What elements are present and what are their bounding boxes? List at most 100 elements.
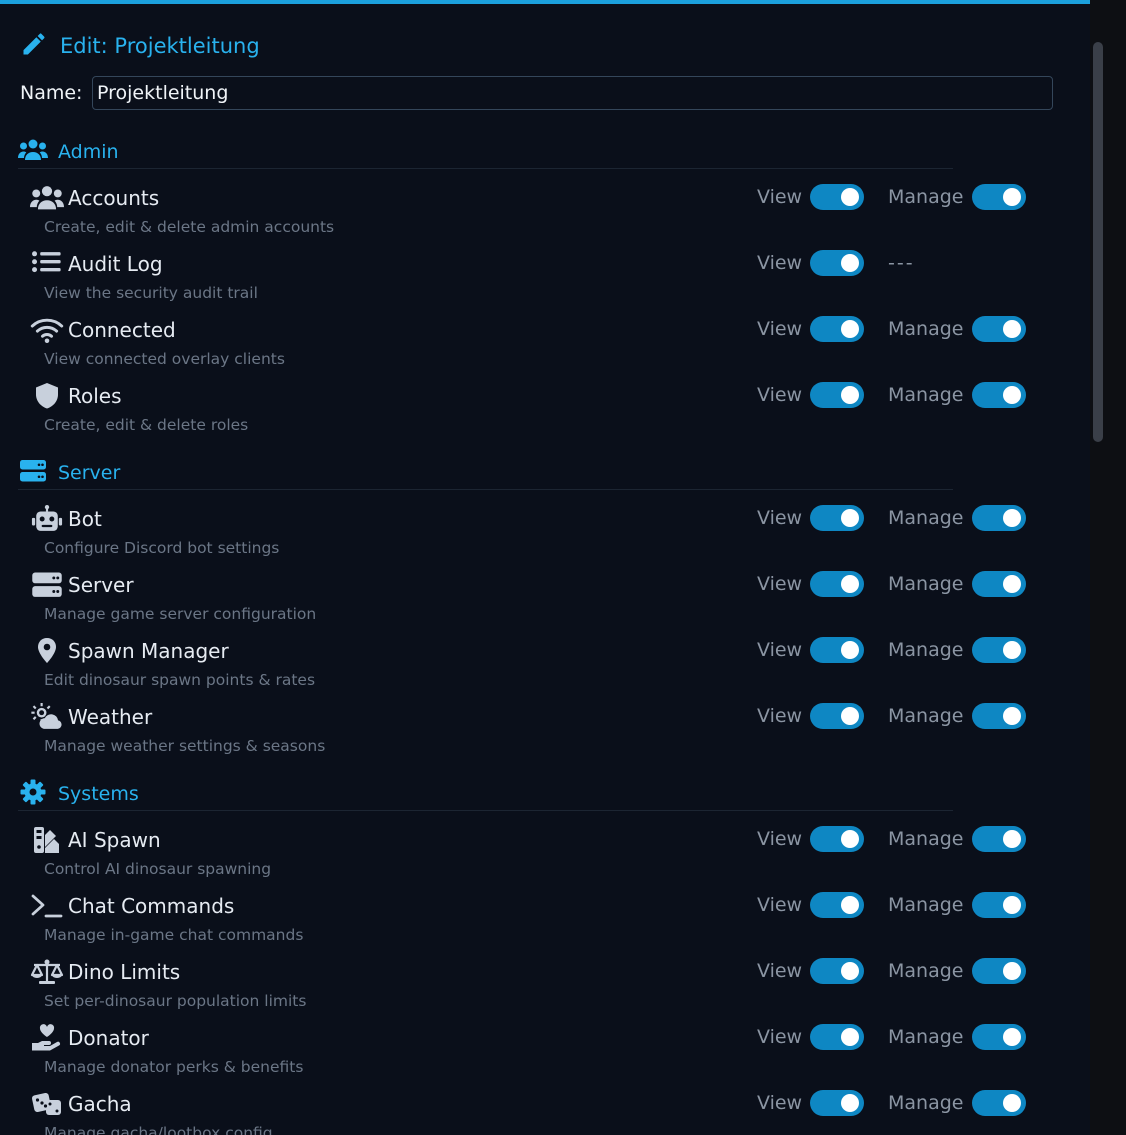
view-label: View [757,252,803,274]
edit-role-panel: Edit: Projektleitung Name: Admin Account… [0,0,1090,1135]
pencil-icon [20,30,60,62]
gear-icon [18,779,58,809]
panel-header: Edit: Projektleitung [20,28,260,64]
permission-title: Donator [68,1026,149,1050]
users-icon [18,137,58,167]
view-label: View [757,960,803,982]
view-toggle[interactable] [810,637,864,663]
view-toggle[interactable] [810,571,864,597]
manage-toggle[interactable] [972,637,1026,663]
permission-title: Audit Log [68,252,163,276]
permission-chat-commands: Chat Commands Manage in-game chat comman… [30,888,1040,954]
view-toggle[interactable] [810,184,864,210]
section-admin: Admin [18,135,953,169]
users-icon [30,183,68,213]
permission-spawn-manager: Spawn Manager Edit dinosaur spawn points… [30,633,1040,699]
permission-server: Server Manage game server configuration … [30,567,1040,633]
map-pin-icon [30,636,68,666]
view-toggle[interactable] [810,1090,864,1116]
hand-heart-icon [30,1023,68,1053]
terminal-icon [30,891,68,921]
permission-description: Manage donator perks & benefits [44,1058,304,1076]
permission-accounts: Accounts Create, edit & delete admin acc… [30,180,1040,246]
server-icon [30,570,68,600]
view-label: View [757,1092,803,1114]
dice-icon [30,1089,68,1119]
list-icon [30,249,68,279]
permission-title: Spawn Manager [68,639,229,663]
permission-description: Create, edit & delete admin accounts [44,218,335,236]
server-icon [18,458,58,488]
view-toggle[interactable] [810,1024,864,1050]
view-label: View [757,639,803,661]
view-label: View [757,573,803,595]
shield-icon [30,381,68,411]
manage-toggle[interactable] [972,703,1026,729]
permission-gacha: Gacha Manage gacha/lootbox config View M… [30,1086,1040,1135]
manage-label: Manage [888,1026,964,1048]
wifi-icon [30,315,68,345]
permission-ai-spawn: AI Spawn Control AI dinosaur spawning Vi… [30,822,1040,888]
permission-title: Server [68,573,134,597]
manage-label: Manage [888,384,964,406]
manage-toggle[interactable] [972,571,1026,597]
permission-roles: Roles Create, edit & delete roles View M… [30,378,1040,444]
view-toggle[interactable] [810,958,864,984]
view-label: View [757,384,803,406]
view-toggle[interactable] [810,505,864,531]
view-label: View [757,318,803,340]
permission-description: Configure Discord bot settings [44,539,280,557]
view-toggle[interactable] [810,382,864,408]
permission-connected: Connected View connected overlay clients… [30,312,1040,378]
manage-toggle[interactable] [972,1024,1026,1050]
manage-label: Manage [888,318,964,340]
view-label: View [757,705,803,727]
manage-label: Manage [888,186,964,208]
permission-bot: Bot Configure Discord bot settings View … [30,501,1040,567]
manage-toggle[interactable] [972,505,1026,531]
view-toggle[interactable] [810,892,864,918]
permission-description: Control AI dinosaur spawning [44,860,272,878]
manage-toggle[interactable] [972,1090,1026,1116]
robot-icon [30,504,68,534]
permission-description: View the security audit trail [44,284,258,302]
permission-title: Dino Limits [68,960,181,984]
manage-toggle[interactable] [972,892,1026,918]
view-toggle[interactable] [810,250,864,276]
section-title: Admin [58,140,119,163]
view-toggle[interactable] [810,703,864,729]
scale-icon [30,957,68,987]
section-server: Server [18,456,953,490]
manage-label: Manage [888,828,964,850]
permission-dino-limits: Dino Limits Set per-dinosaur population … [30,954,1040,1020]
permission-description: Manage in-game chat commands [44,926,304,944]
name-row: Name: [20,76,1053,110]
swatchbook-icon [30,825,68,855]
manage-toggle[interactable] [972,958,1026,984]
role-name-input[interactable] [92,76,1053,110]
manage-toggle[interactable] [972,382,1026,408]
view-label: View [757,507,803,529]
permission-description: Manage weather settings & seasons [44,737,326,755]
permission-description: Set per-dinosaur population limits [44,992,307,1010]
manage-toggle[interactable] [972,826,1026,852]
permission-description: Create, edit & delete roles [44,416,249,434]
permission-description: View connected overlay clients [44,350,285,368]
page-title: Edit: Projektleitung [60,34,260,58]
manage-label: Manage [888,705,964,727]
manage-label: Manage [888,1092,964,1114]
manage-toggle[interactable] [972,316,1026,342]
view-toggle[interactable] [810,316,864,342]
view-toggle[interactable] [810,826,864,852]
manage-toggle[interactable] [972,184,1026,210]
scrollbar-thumb[interactable] [1093,42,1103,442]
section-title: Systems [58,782,139,805]
permission-description: Manage gacha/lootbox config [44,1124,273,1135]
view-label: View [757,894,803,916]
permission-weather: Weather Manage weather settings & season… [30,699,1040,765]
view-label: View [757,1026,803,1048]
permission-title: Gacha [68,1092,132,1116]
permission-title: Accounts [68,186,160,210]
section-title: Server [58,461,121,484]
permission-description: Edit dinosaur spawn points & rates [44,671,316,689]
